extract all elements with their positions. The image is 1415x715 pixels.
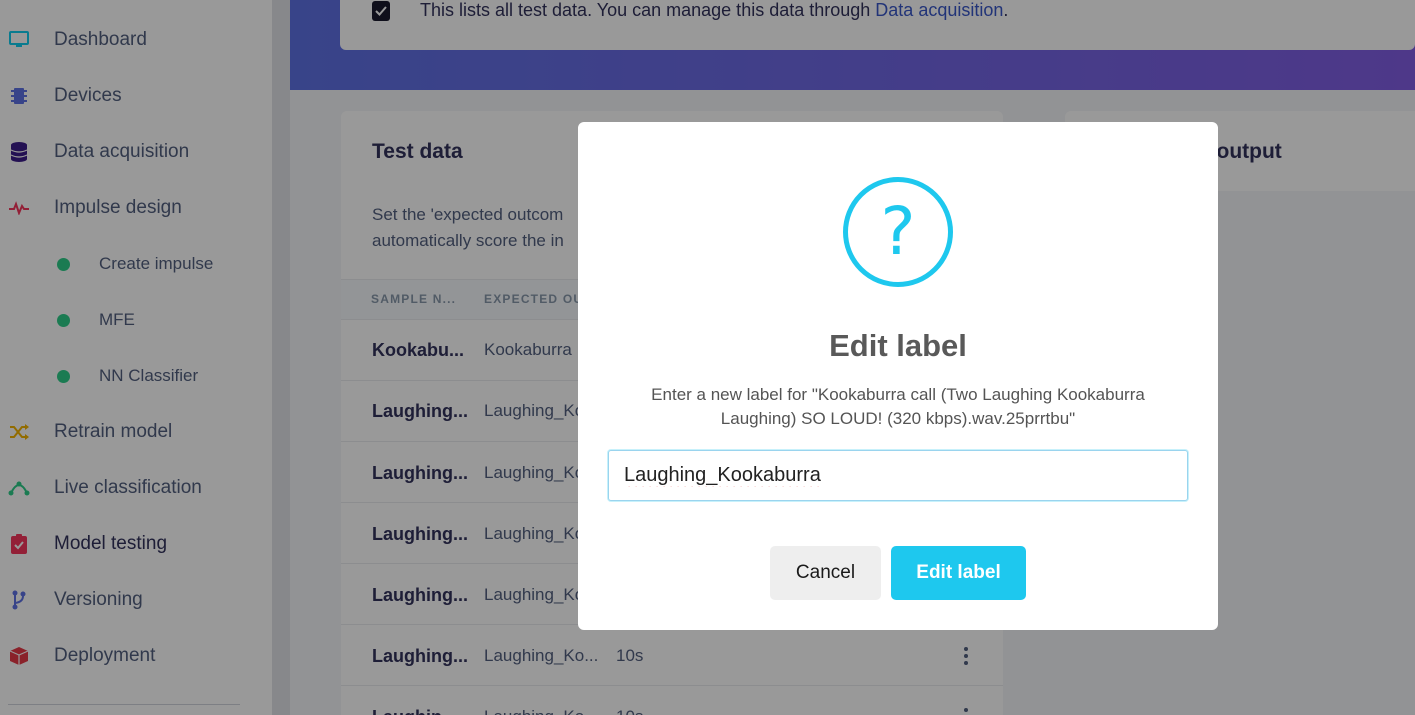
cancel-button[interactable]: Cancel (770, 546, 881, 600)
edit-label-button[interactable]: Edit label (891, 546, 1026, 600)
label-input[interactable] (608, 450, 1188, 501)
edit-label-dialog: ? Edit label Enter a new label for "Kook… (578, 122, 1218, 630)
dialog-title: Edit label (829, 328, 967, 363)
question-icon: ? (843, 177, 953, 287)
dialog-message: Enter a new label for "Kookaburra call (… (651, 385, 1145, 428)
